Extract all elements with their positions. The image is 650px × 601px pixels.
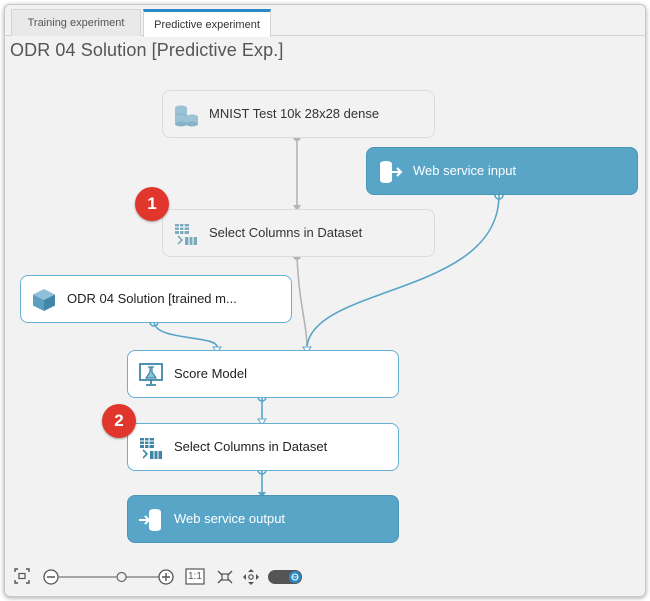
module-trained-model[interactable]: ODR 04 Solution [trained m... bbox=[20, 275, 292, 323]
module-label: MNIST Test 10k 28x28 dense bbox=[209, 106, 380, 121]
module-score-model[interactable]: Score Model bbox=[127, 350, 399, 398]
module-mnist-dataset[interactable]: MNIST Test 10k 28x28 dense bbox=[162, 90, 435, 138]
zoom-out-icon[interactable] bbox=[43, 569, 59, 585]
canvas-toolbar: 1:1 bbox=[13, 567, 313, 589]
connector-mnist-to-select1 bbox=[293, 133, 301, 211]
select-columns-icon bbox=[140, 438, 162, 459]
toolbar-icons bbox=[14, 568, 302, 585]
zoom-to-fit-icon[interactable] bbox=[217, 570, 233, 584]
zoom-in-icon[interactable] bbox=[158, 569, 174, 585]
connector-select1-to-score bbox=[293, 252, 308, 347]
web-service-input-icon bbox=[380, 161, 403, 183]
module-label: Score Model bbox=[174, 366, 247, 381]
module-select-columns-1[interactable]: Select Columns in Dataset bbox=[162, 209, 435, 257]
module-label: Select Columns in Dataset bbox=[209, 225, 363, 240]
web-service-output-icon bbox=[139, 509, 161, 531]
module-web-service-input[interactable]: Web service input bbox=[366, 147, 638, 195]
dataset-icon bbox=[175, 105, 198, 127]
module-label: Web service output bbox=[174, 511, 286, 526]
module-web-service-output[interactable]: Web service output bbox=[127, 495, 399, 543]
zoom-slider-thumb[interactable] bbox=[116, 571, 127, 583]
minimap-toggle[interactable] bbox=[268, 570, 302, 584]
trained-model-icon bbox=[33, 289, 55, 311]
module-label: Select Columns in Dataset bbox=[174, 439, 328, 454]
module-select-columns-2[interactable]: Select Columns in Dataset bbox=[127, 423, 399, 471]
experiment-window: Training experiment Predictive experimen… bbox=[4, 4, 646, 597]
select-columns-icon bbox=[175, 224, 197, 245]
actual-size-label: 1:1 bbox=[188, 571, 202, 582]
connector-trainedmodel-to-score bbox=[149, 317, 222, 354]
pan-icon[interactable] bbox=[243, 569, 259, 585]
fit-to-screen-icon[interactable] bbox=[14, 568, 30, 584]
callout-badge-1: 1 bbox=[135, 187, 169, 221]
module-label: ODR 04 Solution [trained m... bbox=[67, 291, 237, 306]
callout-badge-2: 2 bbox=[102, 404, 136, 438]
score-model-icon bbox=[139, 363, 163, 386]
module-label: Web service input bbox=[413, 163, 517, 178]
